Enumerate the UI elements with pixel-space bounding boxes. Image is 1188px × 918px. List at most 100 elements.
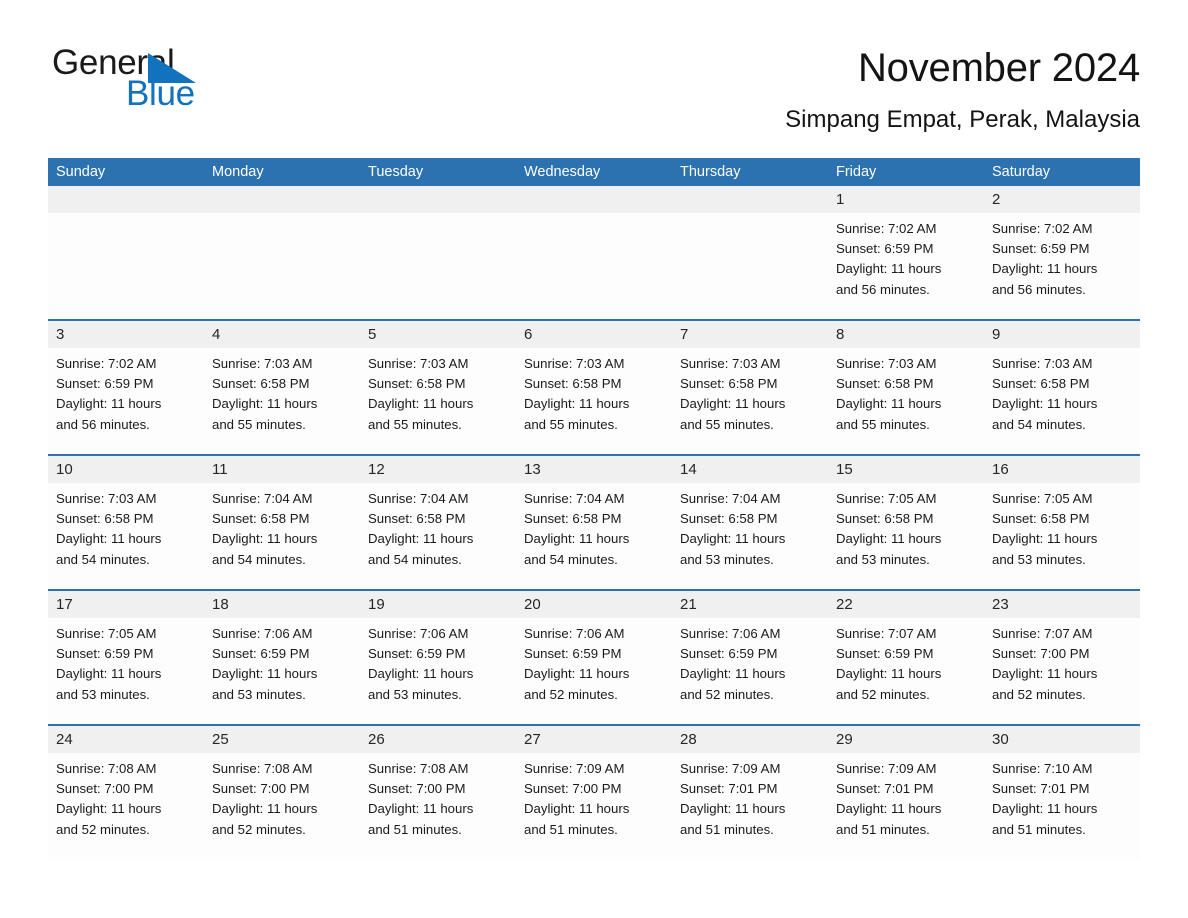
- sunrise-text: Sunrise: 7:05 AM: [992, 491, 1093, 506]
- calendar-week-row: 17 18 19 20 21 22 23 Sunrise: 7:05 AM Sunset: 6:…: [48, 589, 1140, 724]
- daylight-text-line2: and 56 minutes.: [56, 416, 150, 432]
- day-number[interactable]: 16: [984, 456, 1140, 483]
- daylight-text-line2: and 51 minutes.: [836, 821, 930, 837]
- day-number[interactable]: 26: [360, 726, 516, 753]
- sunrise-text: Sunrise: 7:06 AM: [368, 626, 469, 641]
- sunset-text: Sunset: 6:59 PM: [836, 646, 934, 662]
- daylight-text-line2: and 53 minutes.: [680, 551, 774, 567]
- day-number[interactable]: 18: [204, 591, 360, 618]
- daylight-text-line1: Daylight: 11 hours: [56, 801, 162, 817]
- day-number[interactable]: 7: [672, 321, 828, 348]
- daylight-text-line2: and 52 minutes.: [992, 686, 1086, 702]
- day-cell[interactable]: Sunrise: 7:03 AM Sunset: 6:58 PM Daylight:…: [360, 348, 516, 454]
- sunrise-text: Sunrise: 7:08 AM: [56, 761, 157, 776]
- day-cell[interactable]: Sunrise: 7:02 AM Sunset: 6:59 PM Daylight:…: [828, 213, 984, 319]
- calendar-grid: Sunday Monday Tuesday Wednesday Thursday…: [48, 158, 1140, 859]
- day-cell[interactable]: Sunrise: 7:02 AM Sunset: 6:59 PM Daylight:…: [984, 213, 1140, 319]
- daylight-text-line1: Daylight: 11 hours: [680, 396, 786, 412]
- day-number[interactable]: 10: [48, 456, 204, 483]
- day-cell[interactable]: Sunrise: 7:06 AM Sunset: 6:59 PM Daylight:…: [672, 618, 828, 724]
- day-cell[interactable]: Sunrise: 7:07 AM Sunset: 6:59 PM Daylight:…: [828, 618, 984, 724]
- day-number[interactable]: 30: [984, 726, 1140, 753]
- day-number[interactable]: 5: [360, 321, 516, 348]
- day-cell[interactable]: Sunrise: 7:08 AM Sunset: 7:00 PM Daylight:…: [204, 753, 360, 859]
- day-number[interactable]: 11: [204, 456, 360, 483]
- day-cell[interactable]: Sunrise: 7:10 AM Sunset: 7:01 PM Daylight:…: [984, 753, 1140, 859]
- day-number[interactable]: 27: [516, 726, 672, 753]
- day-cell[interactable]: Sunrise: 7:03 AM Sunset: 6:58 PM Daylight:…: [516, 348, 672, 454]
- day-number[interactable]: 14: [672, 456, 828, 483]
- week-detail-band: Sunrise: 7:08 AM Sunset: 7:00 PM Daylight:…: [48, 753, 1140, 859]
- day-cell[interactable]: Sunrise: 7:03 AM Sunset: 6:58 PM Daylight:…: [828, 348, 984, 454]
- day-number[interactable]: 12: [360, 456, 516, 483]
- day-cell[interactable]: Sunrise: 7:07 AM Sunset: 7:00 PM Daylight:…: [984, 618, 1140, 724]
- brand-name-blue: Blue: [126, 74, 195, 113]
- daylight-text-line2: and 51 minutes.: [680, 821, 774, 837]
- sunset-text: Sunset: 6:59 PM: [836, 241, 934, 257]
- weekday-header-monday: Monday: [212, 164, 264, 180]
- day-cell[interactable]: Sunrise: 7:04 AM Sunset: 6:58 PM Daylight:…: [516, 483, 672, 589]
- day-number[interactable]: 17: [48, 591, 204, 618]
- day-cell[interactable]: Sunrise: 7:03 AM Sunset: 6:58 PM Daylight:…: [204, 348, 360, 454]
- day-number[interactable]: 22: [828, 591, 984, 618]
- sunrise-text: Sunrise: 7:04 AM: [680, 491, 781, 506]
- daylight-text-line2: and 52 minutes.: [524, 686, 618, 702]
- daylight-text-line1: Daylight: 11 hours: [212, 666, 318, 682]
- sunset-text: Sunset: 6:59 PM: [368, 646, 466, 662]
- day-number[interactable]: 25: [204, 726, 360, 753]
- day-cell[interactable]: Sunrise: 7:09 AM Sunset: 7:00 PM Daylight:…: [516, 753, 672, 859]
- day-number[interactable]: 19: [360, 591, 516, 618]
- day-number[interactable]: 29: [828, 726, 984, 753]
- week-daynumber-band: 12: [48, 186, 1140, 213]
- day-cell[interactable]: Sunrise: 7:05 AM Sunset: 6:59 PM Daylight:…: [48, 618, 204, 724]
- day-cell[interactable]: Sunrise: 7:08 AM Sunset: 7:00 PM Daylight:…: [48, 753, 204, 859]
- sunrise-text: Sunrise: 7:04 AM: [368, 491, 469, 506]
- day-cell[interactable]: Sunrise: 7:03 AM Sunset: 6:58 PM Daylight:…: [672, 348, 828, 454]
- day-cell[interactable]: Sunrise: 7:09 AM Sunset: 7:01 PM Daylight:…: [672, 753, 828, 859]
- day-number[interactable]: 1: [828, 186, 984, 213]
- day-number[interactable]: 3: [48, 321, 204, 348]
- day-number[interactable]: 2: [984, 186, 1140, 213]
- day-number[interactable]: 21: [672, 591, 828, 618]
- day-cell[interactable]: Sunrise: 7:09 AM Sunset: 7:01 PM Daylight:…: [828, 753, 984, 859]
- sunrise-text: Sunrise: 7:03 AM: [680, 356, 781, 371]
- day-cell[interactable]: Sunrise: 7:05 AM Sunset: 6:58 PM Daylight:…: [984, 483, 1140, 589]
- day-number[interactable]: 24: [48, 726, 204, 753]
- daylight-text-line1: Daylight: 11 hours: [56, 531, 162, 547]
- day-number[interactable]: 4: [204, 321, 360, 348]
- day-cell[interactable]: Sunrise: 7:06 AM Sunset: 6:59 PM Daylight:…: [516, 618, 672, 724]
- sunrise-text: Sunrise: 7:06 AM: [212, 626, 313, 641]
- day-number[interactable]: 8: [828, 321, 984, 348]
- day-cell[interactable]: Sunrise: 7:04 AM Sunset: 6:58 PM Daylight:…: [204, 483, 360, 589]
- day-cell[interactable]: Sunrise: 7:04 AM Sunset: 6:58 PM Daylight:…: [360, 483, 516, 589]
- day-number[interactable]: 23: [984, 591, 1140, 618]
- daylight-text-line1: Daylight: 11 hours: [368, 396, 474, 412]
- day-number[interactable]: 20: [516, 591, 672, 618]
- sunset-text: Sunset: 6:58 PM: [992, 376, 1090, 392]
- day-number[interactable]: 15: [828, 456, 984, 483]
- day-number[interactable]: 28: [672, 726, 828, 753]
- daylight-text-line1: Daylight: 11 hours: [836, 801, 942, 817]
- day-cell[interactable]: Sunrise: 7:04 AM Sunset: 6:58 PM Daylight:…: [672, 483, 828, 589]
- brand-logo[interactable]: General Blue: [48, 44, 408, 124]
- daylight-text-line1: Daylight: 11 hours: [368, 801, 474, 817]
- page-header: General Blue November 2024 Simpang Empat…: [48, 44, 1140, 154]
- day-number[interactable]: 13: [516, 456, 672, 483]
- sunset-text: Sunset: 6:58 PM: [836, 376, 934, 392]
- calendar-week-row: 3 4 5 6 7 8 9 Sunrise: 7:02 AM Sunset: 6:59 PM Da…: [48, 319, 1140, 454]
- day-cell[interactable]: Sunrise: 7:02 AM Sunset: 6:59 PM Daylight:…: [48, 348, 204, 454]
- day-number[interactable]: 6: [516, 321, 672, 348]
- sunrise-text: Sunrise: 7:06 AM: [680, 626, 781, 641]
- day-cell[interactable]: Sunrise: 7:06 AM Sunset: 6:59 PM Daylight:…: [204, 618, 360, 724]
- day-cell[interactable]: Sunrise: 7:03 AM Sunset: 6:58 PM Daylight:…: [48, 483, 204, 589]
- day-cell[interactable]: Sunrise: 7:06 AM Sunset: 6:59 PM Daylight:…: [360, 618, 516, 724]
- day-cell[interactable]: Sunrise: 7:08 AM Sunset: 7:00 PM Daylight:…: [360, 753, 516, 859]
- day-cell-empty: [360, 213, 516, 319]
- sunrise-text: Sunrise: 7:05 AM: [56, 626, 157, 641]
- day-number[interactable]: 9: [984, 321, 1140, 348]
- day-cell[interactable]: Sunrise: 7:03 AM Sunset: 6:58 PM Daylight:…: [984, 348, 1140, 454]
- sunset-text: Sunset: 7:00 PM: [56, 781, 154, 797]
- day-cell-empty: [48, 213, 204, 319]
- day-cell[interactable]: Sunrise: 7:05 AM Sunset: 6:58 PM Daylight:…: [828, 483, 984, 589]
- sunrise-text: Sunrise: 7:09 AM: [836, 761, 937, 776]
